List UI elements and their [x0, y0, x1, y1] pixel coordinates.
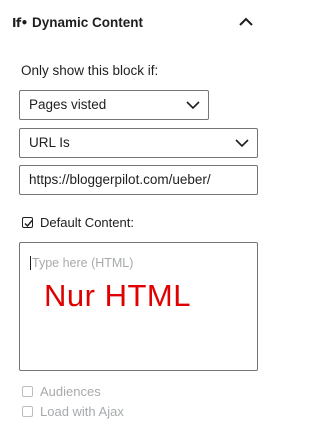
plugin-logo: If•: [12, 16, 28, 30]
condition-source-select[interactable]: Pages visted: [19, 90, 209, 120]
condition-source-value: Pages visted: [29, 97, 107, 112]
chevron-down-icon: [186, 101, 200, 110]
default-content-label: Default Content:: [40, 215, 134, 230]
checkmark-icon: [24, 220, 33, 228]
url-input-value: https://bloggerpilot.com/ueber/: [29, 172, 211, 187]
panel-title: Dynamic Content: [32, 15, 144, 30]
load-with-ajax-label: Load with Ajax: [40, 404, 124, 419]
text-caret: [30, 256, 31, 270]
textarea-placeholder: Type here (HTML): [32, 256, 134, 270]
audiences-checkbox[interactable]: [22, 386, 33, 397]
condition-operator-value: URL Is: [29, 135, 70, 150]
url-input[interactable]: https://bloggerpilot.com/ueber/: [19, 165, 258, 195]
default-content-checkbox[interactable]: [22, 217, 33, 228]
audiences-label: Audiences: [40, 384, 101, 399]
load-with-ajax-checkbox[interactable]: [22, 406, 33, 417]
chevron-down-icon: [235, 139, 249, 148]
condition-label: Only show this block if:: [21, 63, 159, 78]
annotation-text: Nur HTML: [44, 278, 191, 313]
panel-header[interactable]: If• Dynamic Content: [0, 0, 275, 48]
chevron-up-icon[interactable]: [238, 16, 254, 28]
condition-operator-select[interactable]: URL Is: [19, 128, 258, 158]
